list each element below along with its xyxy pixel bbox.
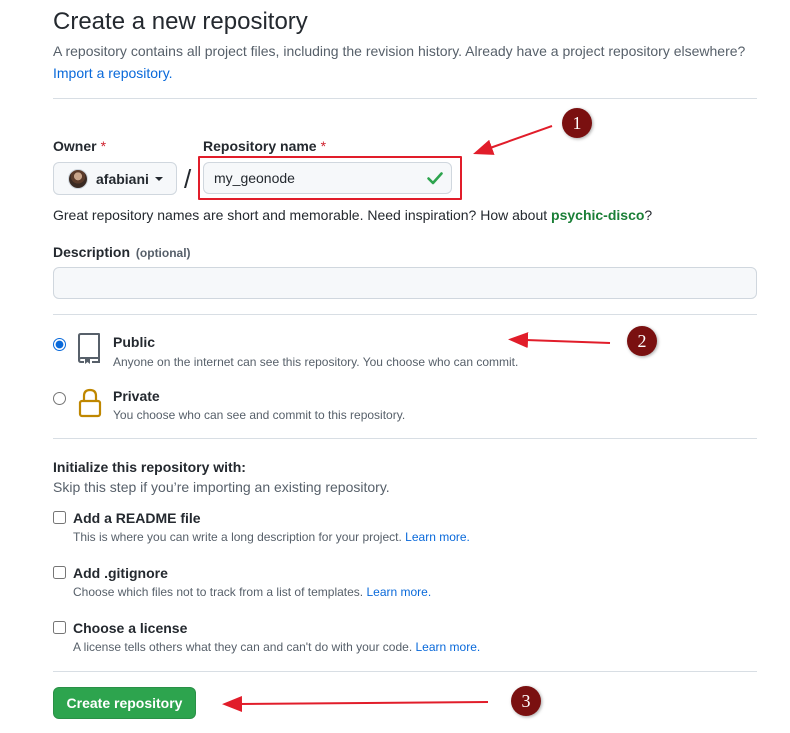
public-description: Anyone on the internet can see this repo… <box>113 355 519 369</box>
readme-note: This is where you can write a long descr… <box>73 530 470 544</box>
owner-select-button[interactable]: afabiani <box>53 162 177 195</box>
license-note: A license tells others what they can and… <box>73 640 480 654</box>
annotation-badge-3: 3 <box>511 686 541 716</box>
optional-tag: (optional) <box>135 246 191 260</box>
private-radio[interactable] <box>53 392 66 405</box>
gitignore-checkbox[interactable] <box>53 566 66 579</box>
gitignore-learn-more-link[interactable]: Learn more. <box>366 585 431 599</box>
description-label-text: Description <box>53 244 131 260</box>
gitignore-label[interactable]: Add .gitignore <box>73 565 168 581</box>
annotation-badge-1: 1 <box>562 108 592 138</box>
avatar <box>68 168 88 189</box>
repository-name-hint: Great repository names are short and mem… <box>53 207 652 223</box>
owner-name: afabiani <box>96 170 149 187</box>
check-icon <box>427 172 443 185</box>
gitignore-note: Choose which files not to track from a l… <box>73 585 431 599</box>
initialize-subtitle: Skip this step if you’re importing an ex… <box>53 479 390 495</box>
readme-checkbox[interactable] <box>53 511 66 524</box>
divider <box>53 438 757 439</box>
public-radio[interactable] <box>53 338 66 351</box>
license-label[interactable]: Choose a license <box>73 620 187 636</box>
required-mark: * <box>100 138 107 154</box>
owner-repo-separator: / <box>184 164 192 194</box>
page-title: Create a new repository <box>53 8 308 35</box>
description-input[interactable] <box>53 267 757 299</box>
create-repository-button[interactable]: Create repository <box>53 687 196 719</box>
owner-label-text: Owner <box>53 138 97 154</box>
lock-icon <box>78 388 102 418</box>
divider <box>53 314 757 315</box>
repo-icon <box>78 333 100 364</box>
license-note-text: A license tells others what they can and… <box>73 640 413 654</box>
divider <box>53 671 757 672</box>
license-learn-more-link[interactable]: Learn more. <box>416 640 481 654</box>
hint-text: Great repository names are short and mem… <box>53 207 548 223</box>
repository-name-label: Repository name * <box>203 138 326 154</box>
page-subtitle: A repository contains all project files,… <box>53 43 746 59</box>
annotation-arrow-3 <box>222 695 489 712</box>
annotation-badge-2: 2 <box>627 326 657 356</box>
license-checkbox[interactable] <box>53 621 66 634</box>
readme-note-text: This is where you can write a long descr… <box>73 530 402 544</box>
repository-name-label-text: Repository name <box>203 138 317 154</box>
owner-label: Owner * <box>53 138 106 154</box>
description-label: Description (optional) <box>53 244 191 260</box>
public-title: Public <box>113 334 156 350</box>
name-suggestion-link[interactable]: psychic-disco <box>551 207 644 223</box>
initialize-title: Initialize this repository with: <box>53 459 246 475</box>
annotation-arrow-1 <box>473 125 553 155</box>
private-description: You choose who can see and commit to thi… <box>113 408 406 422</box>
private-title: Private <box>113 388 160 404</box>
readme-label[interactable]: Add a README file <box>73 510 201 526</box>
caret-down-icon <box>154 176 163 181</box>
annotation-arrow-2 <box>508 332 611 349</box>
repository-name-input[interactable] <box>203 162 452 194</box>
required-mark: * <box>320 138 327 154</box>
hint-end: ? <box>644 207 653 223</box>
readme-learn-more-link[interactable]: Learn more. <box>405 530 470 544</box>
import-repository-link[interactable]: Import a repository. <box>53 65 173 81</box>
divider <box>53 98 757 99</box>
gitignore-note-text: Choose which files not to track from a l… <box>73 585 364 599</box>
